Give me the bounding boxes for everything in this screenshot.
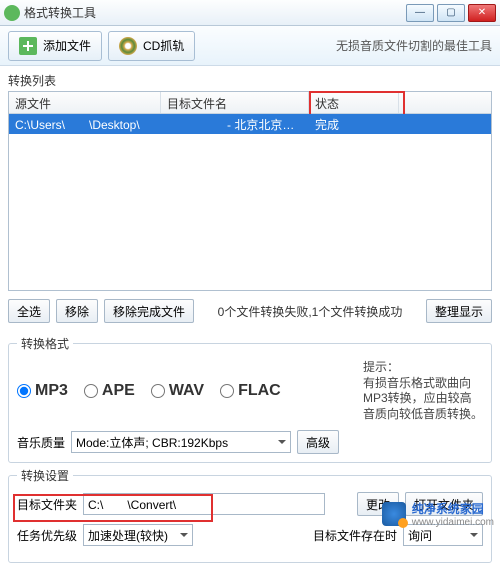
radio-ape[interactable]: APE xyxy=(84,382,135,400)
toolbar: 添加文件 CD抓轨 无损音质文件切割的最佳工具 xyxy=(0,26,500,66)
radio-ape-label: APE xyxy=(102,382,135,400)
dest-folder-input[interactable]: C:\ \Convert\ xyxy=(83,493,325,515)
settings-legend: 转换设置 xyxy=(17,467,73,484)
format-fieldset: 转换格式 MP3 APE WAV FLAC 提示： 有损音乐格式歌曲向MP3转换… xyxy=(8,335,492,463)
tagline-text: 无损音质文件切割的最佳工具 xyxy=(336,37,492,54)
select-all-button[interactable]: 全选 xyxy=(8,299,50,323)
list-body[interactable]: C:\Users\ \Desktop\ - 北京北京… 完成 xyxy=(9,114,491,290)
app-icon xyxy=(4,5,20,21)
radio-flac-label: FLAC xyxy=(238,382,281,400)
cd-rip-label: CD抓轨 xyxy=(143,37,184,54)
cell-status: 完成 xyxy=(309,114,399,135)
watermark-icon xyxy=(382,502,406,526)
watermark-text: 纯净系统家园 www.yidaimei.com xyxy=(412,500,494,528)
conversion-status-msg: 0个文件转换失败,1个文件转换成功 xyxy=(200,303,420,320)
advanced-button[interactable]: 高级 xyxy=(297,430,339,454)
priority-select[interactable]: 加速处理(较快) xyxy=(83,524,193,546)
header-source[interactable]: 源文件 xyxy=(9,92,161,113)
radio-wav-label: WAV xyxy=(169,382,204,400)
priority-value: 加速处理(较快) xyxy=(88,527,168,544)
quality-label: 音乐质量 xyxy=(17,434,65,451)
exists-value: 询问 xyxy=(408,527,432,544)
close-button[interactable]: ✕ xyxy=(468,4,496,22)
exists-label: 目标文件存在时 xyxy=(313,527,397,544)
cell-source: C:\Users\ \Desktop\ xyxy=(9,114,161,135)
cd-icon xyxy=(119,37,137,55)
maximize-button[interactable]: ▢ xyxy=(437,4,465,22)
remove-done-button[interactable]: 移除完成文件 xyxy=(104,299,194,323)
header-target[interactable]: 目标文件名 xyxy=(161,92,309,113)
radio-mp3[interactable]: MP3 xyxy=(17,382,68,400)
priority-label: 任务优先级 xyxy=(17,527,77,544)
tidy-display-button[interactable]: 整理显示 xyxy=(426,299,492,323)
hint-title: 提示： xyxy=(363,360,399,374)
format-legend: 转换格式 xyxy=(17,335,73,352)
quality-select[interactable]: Mode:立体声; CBR:192Kbps xyxy=(71,431,291,453)
list-button-row: 全选 移除 移除完成文件 0个文件转换失败,1个文件转换成功 整理显示 xyxy=(0,291,500,331)
conversion-list: 源文件 目标文件名 状态 C:\Users\ \Desktop\ - 北京北京…… xyxy=(8,91,492,291)
add-file-label: 添加文件 xyxy=(43,37,91,54)
cell-target: - 北京北京… xyxy=(161,114,309,135)
dest-folder-label: 目标文件夹 xyxy=(17,496,77,513)
radio-mp3-input[interactable] xyxy=(17,384,31,398)
plus-icon xyxy=(19,37,37,55)
watermark-url: www.yidaimei.com xyxy=(412,517,494,528)
minimize-button[interactable]: ― xyxy=(406,4,434,22)
cd-rip-button[interactable]: CD抓轨 xyxy=(108,31,195,61)
radio-mp3-label: MP3 xyxy=(35,382,68,400)
window-controls: ― ▢ ✕ xyxy=(406,4,496,22)
window-title: 格式转换工具 xyxy=(24,4,406,21)
radio-flac[interactable]: FLAC xyxy=(220,382,281,400)
radio-flac-input[interactable] xyxy=(220,384,234,398)
list-row[interactable]: C:\Users\ \Desktop\ - 北京北京… 完成 xyxy=(9,114,491,134)
hint-body: 有损音乐格式歌曲向MP3转换，应由较高音质向较低音质转换。 xyxy=(363,376,483,421)
watermark-brand: 纯净系统家园 xyxy=(412,500,494,517)
format-hint: 提示： 有损音乐格式歌曲向MP3转换，应由较高音质向较低音质转换。 xyxy=(363,360,483,422)
header-status[interactable]: 状态 xyxy=(309,92,399,113)
dest-folder-value: C:\ \Convert\ xyxy=(88,496,176,513)
title-bar: 格式转换工具 ― ▢ ✕ xyxy=(0,0,500,26)
radio-wav-input[interactable] xyxy=(151,384,165,398)
quality-value: Mode:立体声; CBR:192Kbps xyxy=(76,434,228,451)
watermark: 纯净系统家园 www.yidaimei.com xyxy=(382,500,494,528)
radio-ape-input[interactable] xyxy=(84,384,98,398)
list-header: 源文件 目标文件名 状态 xyxy=(9,92,491,114)
add-file-button[interactable]: 添加文件 xyxy=(8,31,102,61)
radio-wav[interactable]: WAV xyxy=(151,382,204,400)
remove-button[interactable]: 移除 xyxy=(56,299,98,323)
format-options-row: MP3 APE WAV FLAC 提示： 有损音乐格式歌曲向MP3转换，应由较高… xyxy=(17,360,483,422)
list-section-label: 转换列表 xyxy=(0,66,500,91)
quality-row: 音乐质量 Mode:立体声; CBR:192Kbps 高级 xyxy=(17,430,483,454)
